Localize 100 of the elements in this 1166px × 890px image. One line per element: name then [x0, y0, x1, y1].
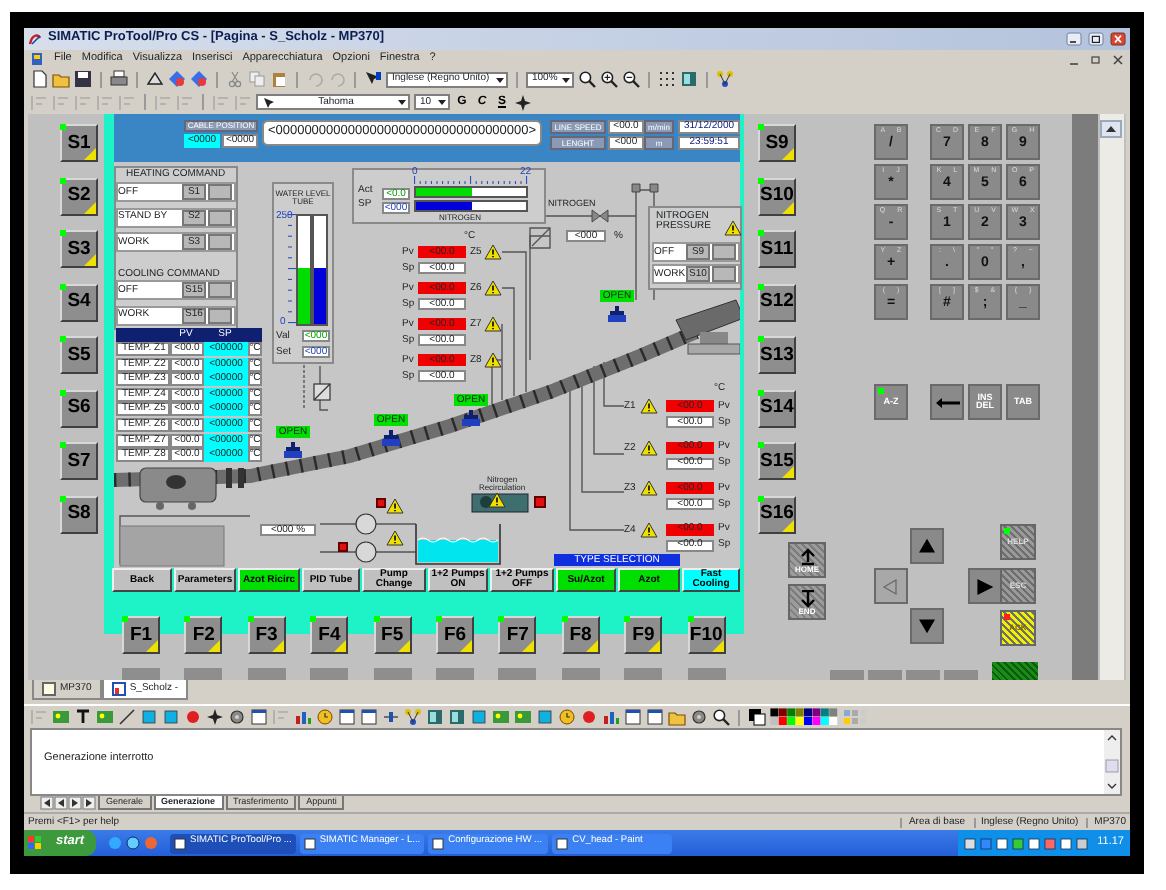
- scroll-up-icon[interactable]: [1100, 120, 1122, 139]
- window-icon[interactable]: [360, 708, 378, 726]
- minimize-icon[interactable]: [1066, 32, 1082, 46]
- warning-icon: [386, 498, 404, 514]
- zoom-out-icon[interactable]: [622, 70, 640, 88]
- backspace-key[interactable]: [930, 384, 964, 420]
- arrow-bar-icon: [799, 547, 815, 565]
- indicator-box: [712, 244, 736, 260]
- clock-icon[interactable]: [316, 708, 334, 726]
- caret-icon: [560, 73, 572, 85]
- sensor-line: [303, 359, 305, 411]
- function-key[interactable]: S8: [60, 495, 98, 533]
- rectangle-icon[interactable]: [536, 708, 554, 726]
- gear-icon[interactable]: [690, 708, 708, 726]
- function-key[interactable]: F8: [561, 616, 600, 654]
- scissors-icon[interactable]: [226, 70, 244, 88]
- scrollbar[interactable]: [1104, 730, 1120, 794]
- function-key[interactable]: F6: [436, 616, 474, 654]
- rectangle-icon[interactable]: [162, 708, 180, 726]
- slider-icon[interactable]: [382, 708, 400, 726]
- function-key[interactable]: S4: [60, 283, 98, 321]
- field-tool-icon[interactable]: [140, 708, 158, 726]
- arrow-key[interactable]: [968, 568, 1002, 604]
- search-icon[interactable]: [578, 70, 596, 88]
- paste-icon[interactable]: [270, 70, 288, 88]
- grid-icon[interactable]: [658, 70, 676, 88]
- color-palette-drawing[interactable]: [770, 708, 838, 726]
- left-arrow-icon: [935, 397, 959, 407]
- picture-icon[interactable]: [492, 708, 510, 726]
- star-icon[interactable]: [206, 708, 224, 726]
- function-key[interactable]: F5: [373, 616, 412, 654]
- function-key[interactable]: S2: [60, 177, 98, 215]
- warning-icon: [484, 352, 502, 368]
- gear-icon[interactable]: [228, 708, 246, 726]
- function-key[interactable]: S15: [758, 442, 796, 480]
- device-icon[interactable]: [680, 70, 698, 88]
- key-top-edge: [184, 668, 223, 680]
- window-icon[interactable]: [250, 708, 268, 726]
- water-tank-drawing: [415, 523, 501, 565]
- arrow-key[interactable]: [910, 528, 944, 564]
- warning-icon: [484, 244, 502, 260]
- function-key[interactable]: F4: [310, 616, 349, 654]
- function-key[interactable]: F9: [624, 616, 663, 654]
- new-file-icon[interactable]: [30, 70, 48, 88]
- picture-icon[interactable]: [514, 708, 532, 726]
- window-icon[interactable]: [646, 708, 664, 726]
- rectangle-icon[interactable]: [470, 708, 488, 726]
- key-top-edge: [310, 668, 349, 680]
- app-icon: [174, 837, 186, 849]
- function-key[interactable]: F7: [498, 616, 537, 654]
- print-icon[interactable]: [110, 70, 128, 88]
- network-icon[interactable]: [716, 70, 734, 88]
- window-icon[interactable]: [338, 708, 356, 726]
- app-icon: [303, 837, 316, 849]
- zoom-in-icon[interactable]: [600, 70, 618, 88]
- valve-icon: [591, 209, 609, 223]
- close-icon[interactable]: [1110, 32, 1126, 46]
- scale-ticks: [288, 214, 296, 324]
- function-key[interactable]: S16: [758, 495, 796, 533]
- function-key[interactable]: S5: [60, 336, 98, 374]
- color-selector-icon[interactable]: [748, 708, 766, 726]
- function-key[interactable]: F3: [247, 616, 286, 654]
- function-key[interactable]: S12: [758, 283, 796, 321]
- document-icon: [30, 52, 44, 66]
- bar-graph-icon[interactable]: [602, 708, 620, 726]
- function-key[interactable]: S11: [758, 230, 796, 268]
- key-top-edge: [624, 668, 663, 680]
- function-key[interactable]: S3: [60, 230, 98, 268]
- function-key[interactable]: S13: [758, 336, 796, 374]
- indicator-box: [208, 184, 232, 200]
- function-key[interactable]: S7: [60, 442, 98, 480]
- line-tool-icon[interactable]: [118, 708, 136, 726]
- tab-scroll-icon[interactable]: [40, 796, 96, 810]
- search-icon[interactable]: [712, 708, 730, 726]
- alarm-indicator: [338, 542, 348, 552]
- function-key[interactable]: S10: [758, 177, 796, 215]
- windows-flag-icon: [28, 836, 42, 850]
- valve-icon: [631, 183, 659, 193]
- function-key[interactable]: S14: [758, 389, 796, 427]
- function-key[interactable]: F10: [687, 616, 726, 654]
- function-key[interactable]: S6: [60, 389, 98, 427]
- function-key[interactable]: F2: [184, 616, 223, 654]
- close-icon[interactable]: [1112, 53, 1124, 65]
- star-icon[interactable]: [514, 93, 532, 111]
- diamond-icon[interactable]: [190, 70, 208, 88]
- circle-icon[interactable]: [580, 708, 598, 726]
- function-key[interactable]: S9: [758, 124, 796, 162]
- triangle-icon[interactable]: [146, 70, 164, 88]
- window-icon[interactable]: [624, 708, 642, 726]
- arrow-key[interactable]: [910, 608, 944, 644]
- clock-icon[interactable]: [558, 708, 576, 726]
- help-pointer-icon[interactable]: [364, 70, 382, 88]
- network-icon[interactable]: [404, 708, 422, 726]
- key-top-edge: [373, 668, 412, 680]
- scrollbar[interactable]: [1100, 114, 1124, 680]
- bar-graph-icon[interactable]: [294, 708, 312, 726]
- text-tool-icon[interactable]: [74, 708, 92, 726]
- save-icon[interactable]: [74, 70, 92, 88]
- function-key[interactable]: S1: [60, 124, 98, 162]
- function-key[interactable]: F1: [122, 616, 160, 654]
